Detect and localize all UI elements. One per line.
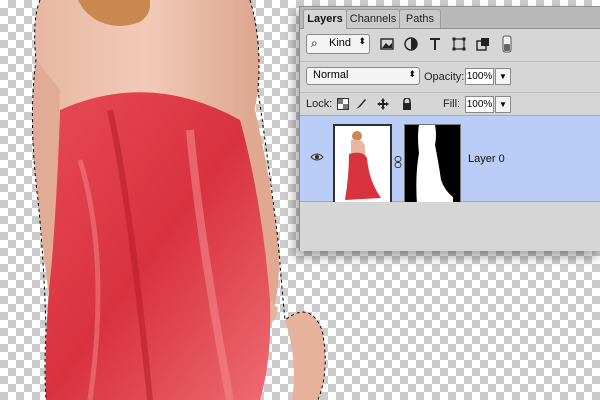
adjustment-filter-icon[interactable] bbox=[404, 37, 418, 51]
lock-transparent-pixels-icon[interactable] bbox=[337, 98, 349, 110]
smart-object-filter-icon[interactable] bbox=[476, 37, 490, 51]
filter-toggle-icon[interactable] bbox=[502, 35, 512, 53]
visibility-eye-icon[interactable] bbox=[310, 152, 324, 162]
search-icon: ⌕ bbox=[311, 36, 318, 50]
lock-fill-row: Lock: Fill: 100% ▼ bbox=[300, 93, 600, 116]
opacity-input[interactable]: 100% bbox=[465, 68, 494, 85]
fill-dropdown-button[interactable]: ▼ bbox=[495, 96, 511, 113]
dropdown-arrow-icon: ⬍ bbox=[408, 69, 416, 79]
layers-list-empty-area[interactable] bbox=[300, 202, 600, 251]
blend-mode-dropdown[interactable]: Normal ⬍ bbox=[306, 67, 420, 85]
layer-thumbnail[interactable] bbox=[333, 124, 392, 208]
image-filter-icon[interactable] bbox=[380, 37, 394, 51]
layer-mask-thumbnail[interactable] bbox=[404, 124, 461, 206]
dropdown-arrow-icon: ⬍ bbox=[358, 36, 366, 46]
opacity-dropdown-button[interactable]: ▼ bbox=[495, 68, 511, 85]
shape-filter-icon[interactable] bbox=[452, 37, 466, 51]
type-filter-icon[interactable] bbox=[428, 37, 442, 51]
tab-layers[interactable]: Layers bbox=[303, 9, 347, 29]
lock-image-pixels-icon[interactable] bbox=[355, 98, 367, 110]
filter-kind-dropdown[interactable]: ⌕ Kind ⬍ bbox=[306, 34, 370, 54]
blend-mode-value: Normal bbox=[313, 69, 349, 81]
layer-filter-row: ⌕ Kind ⬍ bbox=[300, 29, 600, 62]
layer-name[interactable]: Layer 0 bbox=[468, 153, 505, 165]
panel-tab-bar: Layers Channels Paths bbox=[300, 7, 600, 29]
lock-label: Lock: bbox=[306, 98, 333, 110]
lock-all-icon[interactable] bbox=[401, 98, 413, 110]
tab-channels[interactable]: Channels bbox=[346, 9, 400, 28]
mask-link-icon[interactable] bbox=[394, 156, 402, 168]
layer-mask-image bbox=[405, 125, 460, 205]
filter-kind-label: Kind bbox=[329, 37, 352, 49]
lock-position-icon[interactable] bbox=[377, 98, 389, 110]
opacity-label: Opacity: bbox=[424, 71, 465, 83]
tab-paths[interactable]: Paths bbox=[399, 9, 441, 28]
layer-thumbnail-image bbox=[335, 126, 390, 206]
fill-input[interactable]: 100% bbox=[465, 96, 494, 113]
fill-label: Fill: bbox=[443, 98, 461, 110]
blend-opacity-row: Normal ⬍ Opacity: 100% ▼ bbox=[300, 62, 600, 93]
layers-panel: Layers Channels Paths ⌕ Kind ⬍ Normal ⬍ … bbox=[299, 6, 600, 251]
layer-row[interactable]: Layer 0 bbox=[300, 116, 600, 208]
